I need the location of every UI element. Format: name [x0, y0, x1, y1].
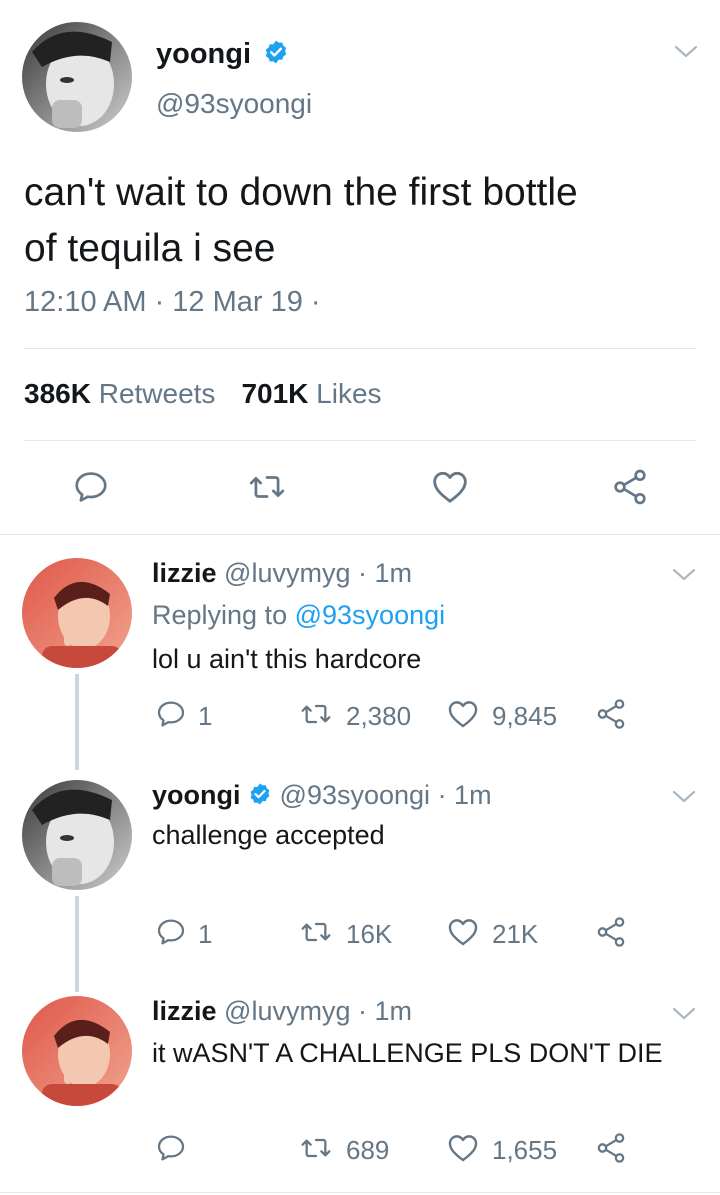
- like-count: 21K: [492, 919, 539, 949]
- reply-text: lol u ain't this hardcore: [152, 644, 422, 674]
- like-count: 9,845: [492, 701, 558, 731]
- reply-icon[interactable]: [72, 468, 110, 506]
- chevron-down-icon[interactable]: [672, 42, 700, 62]
- author-handle[interactable]: @luvymyg: [224, 996, 350, 1026]
- timestamp[interactable]: 12:10 AM · 12 Mar 19 ·: [24, 286, 321, 319]
- reply-count: 1: [198, 701, 213, 731]
- reply-header: yoongi @93syoongi · 1m: [152, 780, 492, 811]
- reply-time: · 1m: [358, 558, 412, 588]
- reply-count: 1: [198, 919, 213, 949]
- retweets-label: Retweets: [98, 378, 216, 409]
- like-icon[interactable]: [446, 1131, 480, 1165]
- author-name[interactable]: lizzie: [152, 996, 217, 1026]
- engagement-stats: 386K Retweets 701K Likes: [24, 378, 382, 410]
- divider: [0, 1192, 720, 1193]
- avatar[interactable]: [22, 996, 132, 1106]
- author-handle[interactable]: @93syoongi: [280, 780, 431, 810]
- reply-text: challenge accepted: [152, 820, 385, 850]
- avatar-image: [22, 780, 132, 890]
- likes-stat[interactable]: 701K Likes: [241, 378, 381, 409]
- author-handle[interactable]: @93syoongi: [156, 88, 312, 120]
- reply-time: · 1m: [358, 996, 412, 1026]
- retweet-count: 16K: [346, 919, 393, 949]
- retweets-stat[interactable]: 386K Retweets: [24, 378, 215, 409]
- verified-icon: [263, 39, 289, 65]
- thread-line: [75, 674, 79, 770]
- retweets-count: 386K: [24, 378, 91, 409]
- replying-to-link[interactable]: @93syoongi: [295, 600, 446, 630]
- avatar-image: [22, 996, 132, 1106]
- reply-header: lizzie @luvymyg · 1m: [152, 996, 412, 1027]
- retweet-icon[interactable]: [298, 698, 334, 730]
- reply-icon[interactable]: [155, 1132, 187, 1164]
- share-icon[interactable]: [594, 1131, 628, 1165]
- retweet-icon[interactable]: [298, 916, 334, 948]
- replying-prefix: Replying to: [152, 600, 288, 630]
- author-name[interactable]: yoongi: [156, 38, 251, 70]
- author-name[interactable]: lizzie: [152, 558, 217, 588]
- tweet-text: can't wait to down the first bottle of t…: [24, 165, 578, 277]
- divider: [24, 348, 696, 349]
- likes-count: 701K: [241, 378, 309, 409]
- reply-icon[interactable]: [155, 698, 187, 730]
- chevron-down-icon[interactable]: [670, 787, 698, 807]
- avatar-image: [22, 22, 132, 132]
- reply-time: · 1m: [437, 780, 492, 810]
- divider: [24, 440, 696, 441]
- likes-label: Likes: [316, 378, 382, 409]
- share-icon[interactable]: [594, 697, 628, 731]
- like-icon[interactable]: [446, 697, 480, 731]
- verified-icon: [248, 782, 272, 806]
- avatar-image: [22, 558, 132, 668]
- retweet-icon[interactable]: [298, 1132, 334, 1164]
- like-icon[interactable]: [446, 915, 480, 949]
- author-name[interactable]: yoongi: [152, 780, 241, 810]
- retweet-count: 689: [346, 1135, 390, 1165]
- tweet-text-line: can't wait to down the first bottle: [24, 171, 578, 214]
- share-icon[interactable]: [610, 467, 650, 507]
- author-name-row: yoongi: [156, 38, 289, 71]
- thread-line: [75, 896, 79, 992]
- chevron-down-icon[interactable]: [670, 1004, 698, 1024]
- chevron-down-icon[interactable]: [670, 565, 698, 585]
- reply-icon[interactable]: [155, 916, 187, 948]
- like-icon[interactable]: [430, 467, 470, 507]
- author-handle[interactable]: @luvymyg: [224, 558, 350, 588]
- avatar[interactable]: [22, 780, 132, 890]
- share-icon[interactable]: [594, 915, 628, 949]
- retweet-count: 2,380: [346, 701, 412, 731]
- divider: [0, 534, 720, 535]
- reply-header: lizzie @luvymyg · 1m: [152, 558, 412, 589]
- avatar[interactable]: [22, 558, 132, 668]
- like-count: 1,655: [492, 1135, 558, 1165]
- avatar[interactable]: [22, 22, 132, 132]
- replying-to: Replying to @93syoongi: [152, 600, 445, 631]
- reply-text: it wASN'T A CHALLENGE PLS DON'T DIE: [152, 1038, 663, 1068]
- tweet-text-line: of tequila i see: [24, 227, 276, 270]
- retweet-icon[interactable]: [246, 468, 288, 506]
